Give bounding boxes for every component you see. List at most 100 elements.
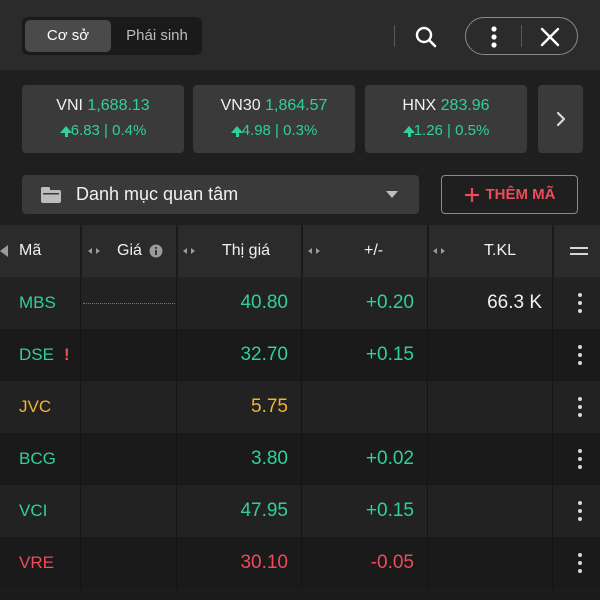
index-card-hnx[interactable]: HNX 283.96 1.26 | 0.5% <box>365 85 527 153</box>
column-divider <box>176 329 177 381</box>
column-resize-icon[interactable] <box>308 225 320 277</box>
index-card-vn30[interactable]: VN30 1,864.57 4.98 | 0.3% <box>193 85 355 153</box>
caret-down-icon <box>386 191 398 198</box>
row-more-icon[interactable] <box>576 553 584 573</box>
column-divider <box>176 537 177 589</box>
next-indices-button[interactable] <box>538 85 583 153</box>
symbol-text: VRE <box>19 553 54 572</box>
tab-phai-sinh[interactable]: Phái sinh <box>114 20 200 52</box>
row-price: 40.80 <box>240 292 288 313</box>
column-divider <box>301 485 302 537</box>
table-header: Mã Giá Thị giá +/- T.KL <box>0 225 600 277</box>
row-price: 30.10 <box>240 552 288 573</box>
row-more-icon[interactable] <box>576 449 584 469</box>
column-resize-icon[interactable] <box>183 225 195 277</box>
tab-co-so[interactable]: Cơ sở <box>25 20 111 52</box>
column-divider <box>552 433 553 485</box>
row-volume: 66.3 K <box>487 292 542 313</box>
column-divider <box>427 329 428 381</box>
row-more-icon[interactable] <box>576 345 584 365</box>
watchlist-bar: Danh mục quan tâm THÊM MÃ <box>0 165 600 225</box>
symbol-text: DSE <box>19 345 54 364</box>
column-divider <box>552 381 553 433</box>
column-divider <box>301 381 302 433</box>
symbol-text: VCI <box>19 501 48 520</box>
row-more-icon[interactable] <box>576 501 584 521</box>
column-divider <box>301 329 302 381</box>
row-price: 5.75 <box>251 396 288 417</box>
info-icon[interactable] <box>149 225 163 277</box>
row-symbol[interactable]: BCG <box>19 433 56 485</box>
index-name: HNX <box>402 97 437 114</box>
column-divider <box>176 485 177 537</box>
column-resize-icon[interactable] <box>88 225 100 277</box>
header-divider <box>394 25 395 47</box>
column-divider <box>176 277 177 329</box>
column-header-price[interactable]: Thị giá <box>222 225 270 277</box>
column-header-volume[interactable]: T.KL <box>484 225 516 277</box>
row-symbol[interactable]: MBS <box>19 277 56 329</box>
column-divider <box>552 485 553 537</box>
column-divider <box>552 329 553 381</box>
column-divider <box>80 433 81 485</box>
add-symbol-button[interactable]: THÊM MÃ <box>441 175 578 214</box>
column-divider <box>80 277 81 329</box>
index-change: 1.26 | 0.5% <box>413 122 490 139</box>
watchlist-selected-label: Danh mục quan tâm <box>76 184 239 204</box>
column-divider <box>427 485 428 537</box>
row-symbol[interactable]: VRE <box>19 537 54 589</box>
column-resize-icon[interactable] <box>433 225 445 277</box>
index-card-vni[interactable]: VNI 1,688.13 6.83 | 0.4% <box>22 85 184 153</box>
column-divider <box>176 381 177 433</box>
close-icon[interactable] <box>536 23 564 51</box>
symbol-text: MBS <box>19 293 56 312</box>
search-icon[interactable] <box>412 23 440 51</box>
column-divider <box>427 433 428 485</box>
column-divider <box>80 537 81 589</box>
pill-divider <box>521 25 522 47</box>
row-symbol[interactable]: DSE! <box>19 329 70 381</box>
chevron-right-icon <box>556 111 565 127</box>
column-divider <box>427 277 428 329</box>
column-header-symbol[interactable]: Mã <box>19 225 41 277</box>
index-value: 1,688.13 <box>87 97 150 114</box>
index-name: VN30 <box>220 97 261 114</box>
add-symbol-label: THÊM MÃ <box>485 186 556 203</box>
row-symbol[interactable]: JVC <box>19 381 51 433</box>
plus-icon <box>464 187 479 202</box>
column-divider <box>427 537 428 589</box>
index-value: 283.96 <box>440 97 490 114</box>
column-divider <box>301 433 302 485</box>
row-more-icon[interactable] <box>576 397 584 417</box>
index-change: 4.98 | 0.3% <box>241 122 318 139</box>
row-change: +0.15 <box>365 344 414 365</box>
column-header-change[interactable]: +/- <box>364 225 383 277</box>
watchlist-dropdown[interactable]: Danh mục quan tâm <box>22 175 419 214</box>
more-vertical-icon[interactable] <box>482 23 506 51</box>
folder-icon <box>41 187 61 203</box>
table-row[interactable]: BCG 3.80 +0.02 <box>0 433 600 485</box>
table-row[interactable]: JVC 5.75 <box>0 381 600 433</box>
table-row[interactable]: MBS 40.80 +0.20 66.3 K <box>0 277 600 329</box>
row-change: +0.20 <box>365 292 414 313</box>
column-divider <box>80 485 81 537</box>
table-row[interactable]: VCI 47.95 +0.15 <box>0 485 600 537</box>
warning-icon: ! <box>63 345 70 364</box>
column-settings-icon[interactable] <box>570 225 588 277</box>
column-divider <box>552 537 553 589</box>
symbol-text: BCG <box>19 449 56 468</box>
market-segment-control: Cơ sở Phái sinh <box>22 17 202 55</box>
row-symbol[interactable]: VCI <box>19 485 47 537</box>
row-price: 3.80 <box>251 448 288 469</box>
row-change: -0.05 <box>370 552 414 573</box>
index-strip: VNI 1,688.13 6.83 | 0.4% VN30 1,864.57 4… <box>0 70 600 165</box>
row-more-icon[interactable] <box>576 293 584 313</box>
symbol-text: JVC <box>19 397 52 416</box>
column-header-ref-price[interactable]: Giá <box>117 225 142 277</box>
sort-left-icon <box>0 245 8 257</box>
index-change: 6.83 | 0.4% <box>70 122 147 139</box>
table-row[interactable]: VRE 30.10 -0.05 <box>0 537 600 589</box>
index-name: VNI <box>56 97 83 114</box>
column-divider <box>80 381 81 433</box>
table-row[interactable]: DSE! 32.70 +0.15 <box>0 329 600 381</box>
